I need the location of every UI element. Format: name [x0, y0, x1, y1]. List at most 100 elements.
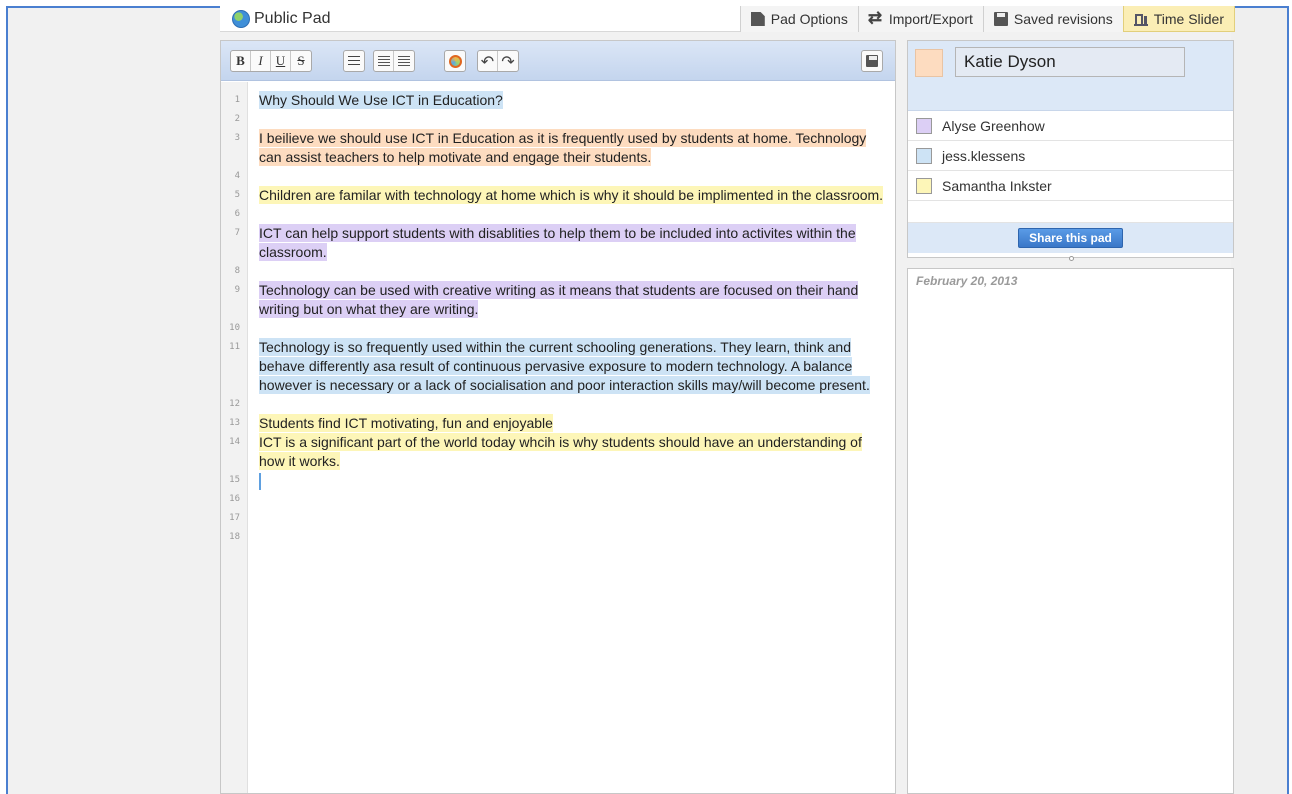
my-color-swatch[interactable]	[915, 49, 943, 77]
time-slider-label: Time Slider	[1153, 10, 1224, 27]
saved-revisions-button[interactable]: Saved revisions	[982, 6, 1123, 32]
user-row: Samantha Inkster	[908, 171, 1233, 201]
document-line[interactable]: 14 ICT is a significant part of the world…	[221, 433, 895, 471]
import-export-button[interactable]: Import/Export	[857, 6, 983, 32]
chat-panel: February 20, 2013	[907, 268, 1234, 794]
redo-button[interactable]	[498, 51, 518, 71]
history-group	[477, 50, 519, 72]
underline-button[interactable]: U	[271, 51, 291, 71]
authored-text: Students find ICT motivating, fun and en…	[259, 414, 553, 432]
clear-authorship-button[interactable]	[445, 51, 465, 71]
chat-date: February 20, 2013	[916, 274, 1018, 288]
outdent-button[interactable]	[394, 51, 414, 71]
line-number: 10	[229, 323, 240, 333]
line-number: 3	[234, 133, 240, 143]
line-text: ICT can help support students with disab…	[248, 224, 888, 262]
bullet-list-button[interactable]	[344, 51, 364, 71]
user-name: jess.klessens	[942, 147, 1026, 164]
pad-options-label: Pad Options	[770, 11, 848, 27]
authored-text: ICT is a significant part of the world t…	[259, 433, 862, 470]
indent-button[interactable]	[374, 51, 394, 71]
bullet-list-icon	[348, 56, 360, 66]
share-pad-button[interactable]: Share this pad	[1018, 228, 1123, 248]
line-number: 11	[229, 342, 240, 352]
line-text	[248, 110, 888, 129]
document-icon	[750, 12, 765, 26]
document-line[interactable]: 5 Children are familar with technology at…	[221, 186, 895, 205]
authored-text: Children are familar with technology at …	[259, 186, 884, 204]
document-line[interactable]: 6	[221, 205, 895, 224]
line-number: 4	[234, 171, 240, 181]
authored-text: Technology can be used with creative wri…	[259, 281, 859, 318]
outdent-icon	[398, 56, 410, 66]
share-bar: Share this pad	[908, 223, 1233, 261]
line-text: ICT is a significant part of the world t…	[248, 433, 888, 471]
floppy-disk-icon	[866, 55, 878, 67]
undo-button[interactable]	[478, 51, 498, 71]
other-users-list: Alyse Greenhow jess.klessens Samantha In…	[908, 111, 1233, 223]
pad-title: Public Pad	[232, 8, 331, 30]
line-text	[248, 395, 888, 414]
authored-text: ICT can help support students with disab…	[259, 224, 856, 261]
document-line[interactable]: 9 Technology can be used with creative wr…	[221, 281, 895, 319]
document-line[interactable]: 1 Why Should We Use ICT in Education?	[221, 91, 895, 110]
document-line[interactable]: 11 Technology is so frequently used withi…	[221, 338, 895, 395]
time-slider-icon	[1133, 12, 1148, 26]
users-panel: Katie Dyson Alyse Greenhow jess.klessens…	[907, 40, 1234, 261]
bold-button[interactable]: B	[231, 51, 251, 71]
document-line[interactable]: 12	[221, 395, 895, 414]
document-line[interactable]: 4	[221, 167, 895, 186]
line-number: 15	[229, 475, 240, 485]
editor-panel: B I U S ↶ ↷ 1 Why Should We Use ICT in E…	[220, 40, 896, 794]
time-slider-button[interactable]: Time Slider	[1122, 6, 1235, 32]
format-group: B I U S	[230, 50, 312, 72]
globe-icon	[232, 10, 250, 28]
line-number: 14	[229, 437, 240, 447]
document-line[interactable]: 2	[221, 110, 895, 129]
my-user-row: Katie Dyson	[908, 41, 1233, 111]
resize-handle[interactable]	[1068, 256, 1074, 261]
user-color-swatch	[916, 117, 932, 134]
strikethrough-button[interactable]: S	[291, 51, 311, 71]
line-number: 5	[234, 190, 240, 200]
line-number: 9	[234, 285, 240, 295]
line-number: 7	[234, 228, 240, 238]
line-text	[248, 167, 888, 186]
document-line[interactable]: 8	[221, 262, 895, 281]
line-number: 6	[234, 209, 240, 219]
authored-text: Why Should We Use ICT in Education?	[259, 91, 503, 109]
line-number: 13	[229, 418, 240, 428]
line-number: 8	[234, 266, 240, 276]
document-line[interactable]: 18	[221, 528, 895, 547]
document-line[interactable]: 15	[221, 471, 895, 490]
authored-text: I beilieve we should use ICT in Educatio…	[259, 129, 867, 166]
line-text: Students find ICT motivating, fun and en…	[248, 414, 888, 433]
document-line[interactable]: 7 ICT can help support students with disa…	[221, 224, 895, 262]
pad-title-text: Public Pad	[254, 10, 331, 27]
line-number: 2	[234, 114, 240, 124]
save-revision-button[interactable]	[861, 50, 883, 72]
empty-row	[908, 201, 1233, 223]
document-line[interactable]: 13 Students find ICT motivating, fun and …	[221, 414, 895, 433]
line-text	[248, 262, 888, 281]
user-color-swatch	[916, 147, 932, 164]
editor-toolbar: B I U S	[221, 41, 895, 81]
document-line[interactable]: 10	[221, 319, 895, 338]
pad-options-button[interactable]: Pad Options	[739, 6, 858, 32]
line-text	[248, 490, 888, 509]
document-body[interactable]: 1 Why Should We Use ICT in Education? 2 3 I …	[221, 91, 895, 547]
top-nav: Pad Options Import/Export Saved revision…	[739, 6, 1235, 32]
my-name-input[interactable]: Katie Dyson	[955, 47, 1185, 77]
document-line[interactable]: 17	[221, 509, 895, 528]
line-text	[248, 471, 888, 490]
list-group	[343, 50, 365, 72]
swap-arrows-icon	[868, 8, 883, 28]
line-text: Why Should We Use ICT in Education?	[248, 91, 888, 110]
italic-button[interactable]: I	[251, 51, 271, 71]
line-text: Technology can be used with creative wri…	[248, 281, 888, 319]
saved-revisions-label: Saved revisions	[1013, 11, 1113, 27]
document-line[interactable]: 16	[221, 490, 895, 509]
line-text: Children are familar with technology at …	[248, 186, 888, 205]
line-number: 1	[234, 95, 240, 105]
document-line[interactable]: 3 I beilieve we should use ICT in Educati…	[221, 129, 895, 167]
